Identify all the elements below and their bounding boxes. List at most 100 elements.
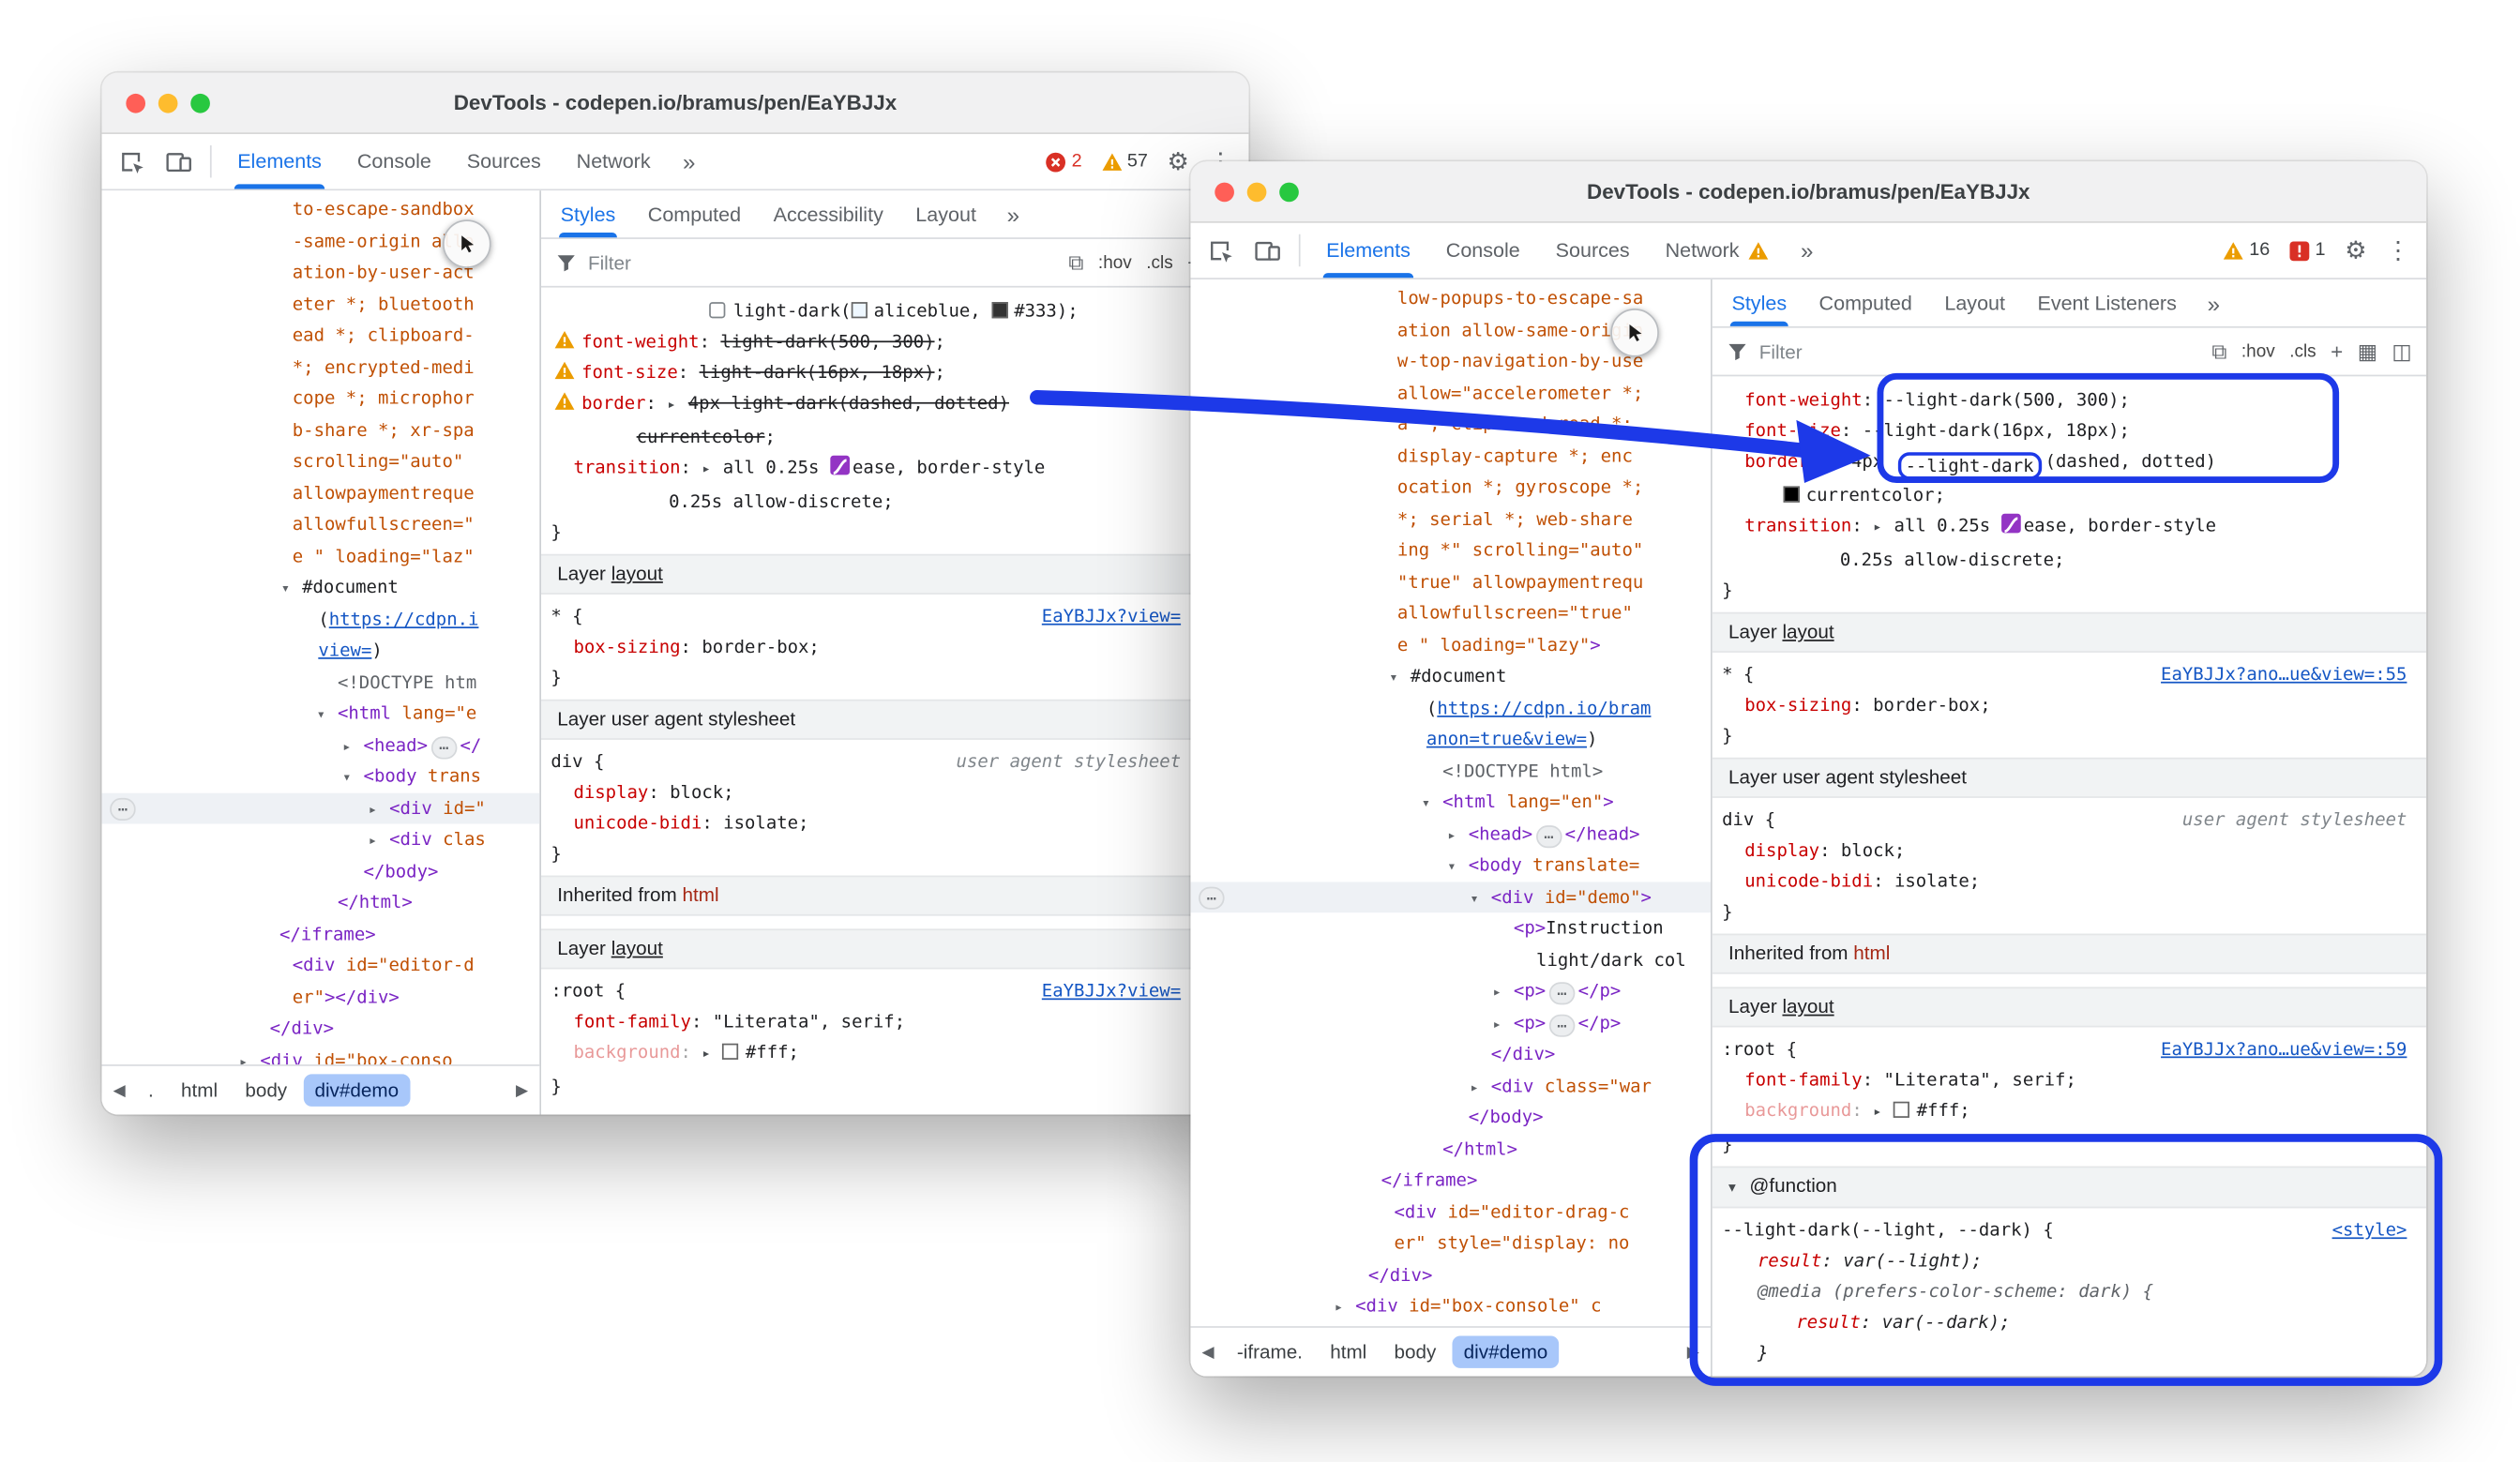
more-tabs-chevron[interactable]: » — [1786, 223, 1827, 279]
dom-tree-line[interactable]: <!DOCTYPE html> — [1190, 755, 1711, 787]
breadcrumb-item-body[interactable]: body — [1382, 1335, 1447, 1367]
style-line[interactable]: } — [548, 838, 1249, 869]
dom-tree-line[interactable]: ▾<html lang="e — [102, 698, 540, 730]
minimize-button[interactable] — [1247, 183, 1267, 203]
tab-elements[interactable]: Elements — [1308, 223, 1428, 279]
dom-tree-line[interactable]: </div> — [102, 1013, 540, 1045]
styles-filter-input[interactable]: Filter — [588, 251, 631, 274]
dom-tree-line[interactable]: ▸<p>…</p> — [1190, 975, 1711, 1007]
expand-value-icon[interactable]: ▸ — [702, 456, 722, 487]
more-panels-chevron[interactable]: » — [2193, 279, 2234, 326]
dom-tree-line[interactable]: </html> — [102, 887, 540, 919]
style-line[interactable]: font-family: "Literata", serif; — [1719, 1064, 2426, 1095]
dom-tree-line[interactable]: ▸<head>…</head> — [1190, 818, 1711, 850]
styles-tab-styles[interactable]: Styles — [544, 190, 631, 237]
dom-tree-line[interactable]: ▾<body translate= — [1190, 850, 1711, 882]
dom-tree-line[interactable]: <div id="editor-d — [102, 950, 540, 982]
color-swatch[interactable] — [1784, 486, 1800, 502]
twisty-collapsed-icon[interactable]: ▸ — [1493, 979, 1514, 1007]
breadcrumb-item-div#demo[interactable]: div#demo — [303, 1074, 410, 1106]
tab-elements[interactable]: Elements — [219, 134, 340, 189]
dom-tree-line[interactable]: <div id="editor-drag-c — [1190, 1196, 1711, 1228]
style-line[interactable]: :root {EaYBJJx?view= — [548, 975, 1249, 1006]
declaration-font-weight[interactable]: font-weight: --light-dark(500, 300); — [1719, 384, 2426, 415]
breadcrumb-forward-arrow[interactable]: ▶ — [509, 1081, 535, 1099]
twisty-collapsed-icon[interactable]: ▸ — [1335, 1294, 1355, 1322]
declaration-transition[interactable]: transition: ▸all 0.25s ease, border-styl… — [1719, 510, 2426, 544]
style-line[interactable]: box-sizing: border-box; — [1719, 689, 2426, 720]
styles-tab-accessibility[interactable]: Accessibility — [757, 190, 899, 237]
tab-network[interactable]: Network — [1648, 223, 1787, 279]
style-line[interactable]: display: block; — [1719, 836, 2426, 867]
dom-node-menu-button[interactable]: … — [1199, 886, 1225, 909]
declaration-font-weight[interactable]: font-weight: light-dark(500, 300); — [548, 326, 1249, 357]
twisty-collapsed-icon[interactable]: ▸ — [342, 732, 363, 761]
twisty-expanded-icon[interactable]: ▾ — [281, 575, 302, 603]
style-line[interactable]: unicode-bidi: isolate; — [1719, 866, 2426, 897]
inspect-icon[interactable] — [1197, 223, 1244, 279]
twisty-expanded-icon[interactable]: ▾ — [1447, 852, 1468, 881]
style-line[interactable]: } — [548, 1071, 1249, 1102]
style-line[interactable]: result: var(--light); — [1719, 1245, 2426, 1276]
dom-tree-line[interactable]: ▾<body trans — [102, 761, 540, 792]
dom-tree-line[interactable]: anon=true&view=) — [1190, 724, 1711, 756]
zoom-button[interactable] — [1279, 183, 1299, 203]
dom-tree-line[interactable]: ▸<div id="box-console" c — [1190, 1290, 1711, 1322]
stylesheet-link[interactable]: https://cdpn.i — [329, 608, 479, 628]
zoom-button[interactable] — [190, 94, 210, 113]
breadcrumb-back-arrow[interactable]: ◀ — [107, 1081, 132, 1099]
declaration-transition[interactable]: transition: ▸all 0.25s ease, border-styl… — [548, 452, 1249, 486]
color-swatch[interactable] — [851, 302, 867, 318]
stylesheet-link[interactable]: EaYBJJx?ano…ue&view=:59 — [2161, 1039, 2407, 1060]
style-line[interactable]: div {user agent stylesheet — [1719, 805, 2426, 836]
dom-tree-line[interactable]: </iframe> — [1190, 1165, 1711, 1197]
tab-console[interactable]: Console — [340, 134, 449, 189]
color-swatch[interactable] — [991, 302, 1007, 318]
tab-sources[interactable]: Sources — [449, 134, 559, 189]
dom-tree-line[interactable]: view=) — [102, 635, 540, 667]
style-line[interactable]: } — [1719, 897, 2426, 927]
expand-inline-button[interactable]: … — [1549, 1014, 1576, 1036]
inspect-icon[interactable] — [108, 134, 155, 189]
styles-tab-layout[interactable]: Layout — [1928, 279, 2021, 326]
dom-tree-line[interactable]: ▸<div clas — [102, 823, 540, 855]
dom-tree-line[interactable]: light/dark col — [1190, 944, 1711, 976]
breadcrumb-item-[interactable]: . — [137, 1074, 165, 1106]
style-line[interactable]: currentcolor; — [1719, 480, 2426, 511]
expand-inline-button[interactable]: … — [430, 736, 457, 759]
dom-tree-line[interactable]: </iframe> — [102, 918, 540, 950]
dom-tree-line[interactable]: </body> — [102, 855, 540, 887]
style-line[interactable]: display: block; — [548, 776, 1249, 807]
styles-filter-input[interactable]: Filter — [1759, 340, 1803, 363]
dom-tree-line[interactable]: </div> — [1190, 1039, 1711, 1071]
styles-tab-layout[interactable]: Layout — [899, 190, 992, 237]
style-line[interactable]: font-family: "Literata", serif; — [548, 1006, 1249, 1037]
stylesheet-link[interactable]: layout — [611, 937, 663, 959]
plus-icon[interactable]: + — [2331, 339, 2343, 364]
expand-value-icon[interactable]: ▸ — [1873, 1098, 1894, 1129]
style-line[interactable]: } — [1719, 1368, 2426, 1377]
style-line[interactable]: } — [548, 662, 1249, 693]
minimize-button[interactable] — [158, 94, 178, 113]
breadcrumb-item-html[interactable]: html — [170, 1074, 229, 1106]
breadcrumb-item-div#demo[interactable]: div#demo — [1453, 1335, 1560, 1367]
twisty-collapsed-icon[interactable]: ▸ — [1493, 1010, 1514, 1038]
stylesheet-link[interactable]: EaYBJJx?view= — [1042, 606, 1181, 626]
dom-tree-line[interactable]: allowpaymentreque — [102, 477, 540, 509]
styles-tab-styles[interactable]: Styles — [1715, 279, 1803, 326]
dom-tree-line[interactable]: …▸<div id=" — [102, 792, 540, 824]
twisty-collapsed-icon[interactable]: ▸ — [369, 827, 389, 855]
dom-tree-line[interactable]: </div> — [1190, 1259, 1711, 1291]
styles-tab-computed[interactable]: Computed — [1803, 279, 1928, 326]
dock-icon[interactable]: ◫ — [2392, 339, 2411, 365]
dom-node-menu-button[interactable]: … — [110, 797, 136, 820]
style-line[interactable]: } — [1719, 575, 2426, 606]
dom-tree-line[interactable]: ▾#document — [1190, 660, 1711, 692]
toggle-hov[interactable]: :hov — [2241, 341, 2275, 361]
style-line[interactable]: 0.25s allow-discrete; — [548, 486, 1249, 517]
toggle-hov[interactable]: :hov — [1098, 253, 1132, 273]
dom-tree-line[interactable]: allow="accelerometer *; — [1190, 377, 1711, 409]
expand-inline-button[interactable]: … — [1536, 824, 1562, 847]
breadcrumb-forward-arrow[interactable]: ▶ — [1681, 1343, 1706, 1361]
stylesheet-link[interactable]: layout — [611, 562, 663, 584]
